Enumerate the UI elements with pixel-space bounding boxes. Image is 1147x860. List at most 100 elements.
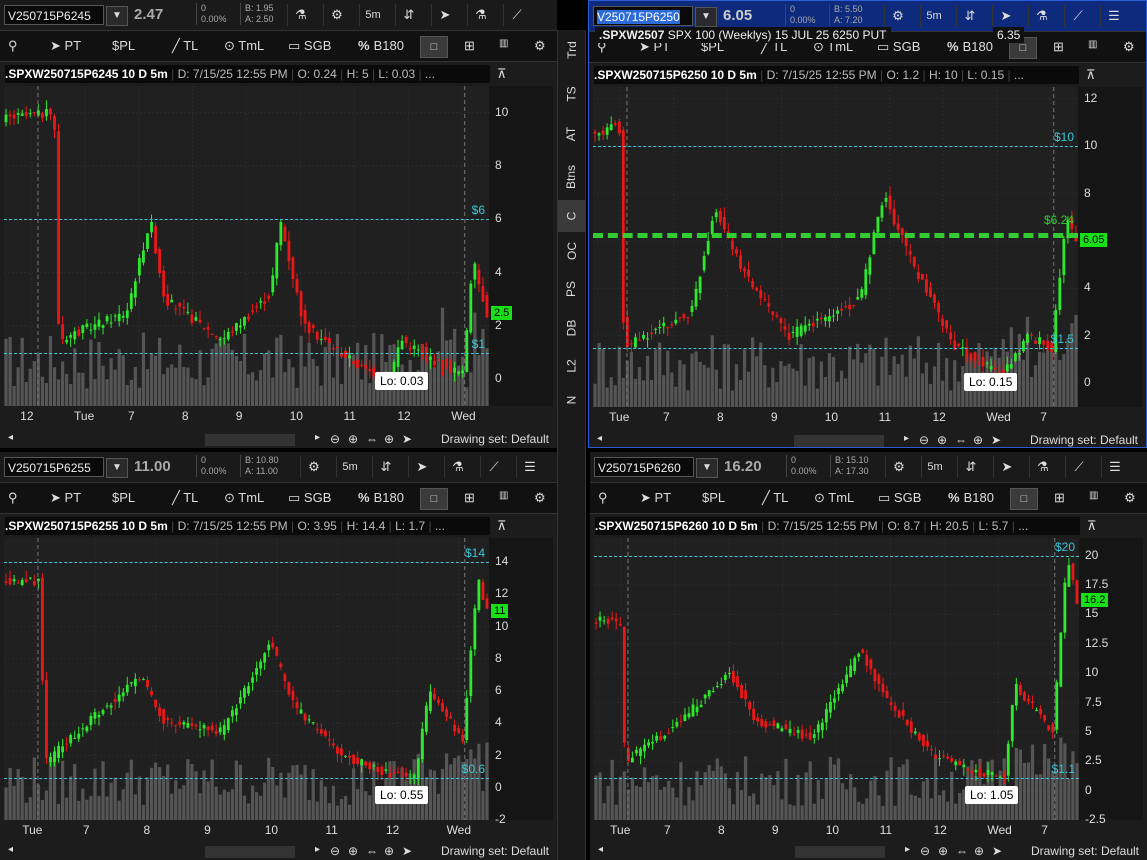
sgb-tool[interactable]: ▭ SGB <box>288 38 331 54</box>
sgb-tool[interactable]: ▭ SGB <box>288 490 331 506</box>
price-level-line[interactable] <box>593 347 1098 349</box>
zoom-out-icon[interactable]: ⊖ <box>330 844 340 858</box>
tml-tool[interactable]: ⊙ TmL <box>224 38 264 54</box>
interval-selector[interactable]: 5m <box>336 456 363 478</box>
crosshair-icon[interactable]: ⊕ <box>974 844 984 858</box>
grid-layout-icon[interactable]: ⊞ <box>464 490 475 506</box>
cursor-icon[interactable]: ➤ <box>402 844 412 858</box>
collapse-icon[interactable]: ⊼ <box>497 66 507 82</box>
pan-icon[interactable]: ⇔ <box>955 433 967 447</box>
chart-type-icon[interactable]: ▥ <box>1088 39 1097 50</box>
b180-tool[interactable]: % B180 <box>948 490 994 505</box>
price-level-line[interactable] <box>4 219 509 221</box>
time-axis[interactable]: Tue 7 8 9 10 11 12 Wed <box>4 820 489 840</box>
price-plot[interactable]: $20 $1.1 Lo: 1.05 <box>594 538 1099 820</box>
grid-layout-icon[interactable]: ⊞ <box>1054 490 1065 506</box>
chart-type-icon[interactable]: ▥ <box>499 490 508 501</box>
scroll-left-icon[interactable]: ◂ <box>597 433 602 444</box>
interval-selector[interactable]: 5m <box>920 5 947 27</box>
scroll-right-icon[interactable]: ▸ <box>904 433 909 444</box>
price-plot[interactable]: $6 $1 Lo: 0.03 <box>4 86 509 406</box>
time-axis[interactable]: Tue 7 8 9 10 11 12 Wed 7 <box>594 820 1079 840</box>
zoom-out-icon[interactable]: ⊖ <box>919 433 929 447</box>
symbol-dropdown-button[interactable]: ▼ <box>106 458 128 478</box>
candle-style-icon[interactable]: ⇵ <box>395 4 422 26</box>
sidebar-tab-btns[interactable]: Btns <box>558 155 585 199</box>
time-axis[interactable]: Tue 7 8 9 10 11 12 Wed 7 <box>593 407 1078 427</box>
interval-selector[interactable]: 5m <box>921 456 948 478</box>
collapse-icon[interactable]: ⊼ <box>1087 518 1097 534</box>
symbol-dropdown-button[interactable]: ▼ <box>106 6 128 26</box>
candle-style-icon[interactable]: ⇵ <box>957 456 984 478</box>
sgb-tool[interactable]: ▭ SGB <box>878 490 921 506</box>
interval-selector[interactable]: 5m <box>359 4 386 26</box>
price-level-line[interactable] <box>594 555 1099 557</box>
pt-tool[interactable]: ➤ PT <box>50 490 81 506</box>
settings-gear-icon[interactable]: ⚙ <box>1123 39 1135 55</box>
tl-tool[interactable]: ╱ TL <box>172 490 198 506</box>
time-axis[interactable]: 12 Tue 7 8 9 10 11 12 Wed <box>4 406 489 426</box>
study-flask-icon[interactable]: ⚗ <box>444 456 471 478</box>
study-flask-icon[interactable]: ⚗ <box>1028 5 1055 27</box>
sidebar-tab-ps[interactable]: PS <box>558 270 585 308</box>
symbol-dropdown-button[interactable]: ▼ <box>696 458 718 478</box>
cursor-icon[interactable]: ➤ <box>993 456 1020 478</box>
chart-type-icon[interactable]: ▥ <box>1089 490 1098 501</box>
pin-tool[interactable]: ⚲ <box>8 38 18 54</box>
gear-icon[interactable]: ⚙ <box>884 5 911 27</box>
drawing-set-label[interactable]: Drawing set: Default <box>1031 844 1139 858</box>
scroll-right-icon[interactable]: ▸ <box>315 432 320 443</box>
pin-tool[interactable]: ⚲ <box>598 490 608 506</box>
scroll-right-icon[interactable]: ▸ <box>905 844 910 855</box>
study-flask-icon[interactable]: ⚗ <box>467 4 494 26</box>
drawing-icon[interactable]: ⟋ <box>503 4 530 26</box>
tml-tool[interactable]: ⊙ TmL <box>814 490 854 506</box>
spl-tool[interactable]: $PL <box>112 490 135 505</box>
price-level-line[interactable] <box>4 778 509 780</box>
price-level-line[interactable] <box>4 352 509 354</box>
cursor-icon[interactable]: ➤ <box>991 433 1001 447</box>
flask-icon[interactable]: ⚗ <box>287 4 314 26</box>
b180-tool[interactable]: % B180 <box>358 38 404 53</box>
sidebar-tab-l2[interactable]: L2 <box>558 350 585 382</box>
menu-icon[interactable]: ☰ <box>516 456 543 478</box>
single-layout-button[interactable]: □ <box>420 36 448 58</box>
spl-tool[interactable]: $PL <box>702 490 725 505</box>
symbol-input[interactable]: V250715P6245 <box>4 5 104 25</box>
crosshair-icon[interactable]: ⊕ <box>973 433 983 447</box>
zoom-in-icon[interactable]: ⊕ <box>938 844 948 858</box>
grid-layout-icon[interactable]: ⊞ <box>1053 39 1064 55</box>
drawing-set-label[interactable]: Drawing set: Default <box>1030 433 1138 447</box>
sidebar-tab-n[interactable]: N <box>558 385 585 415</box>
menu-icon[interactable]: ☰ <box>1101 456 1128 478</box>
price-plot[interactable]: $14 $0.6 Lo: 0.55 <box>4 538 509 820</box>
b180-tool[interactable]: % B180 <box>358 490 404 505</box>
symbol-input[interactable]: V250715P6260 <box>594 457 694 477</box>
sidebar-tab-db[interactable]: DB <box>558 310 585 346</box>
price-alert-line[interactable] <box>593 233 1078 239</box>
single-layout-button[interactable]: □ <box>420 488 448 510</box>
zoom-in-icon[interactable]: ⊕ <box>348 844 358 858</box>
drawing-icon[interactable]: ⟋ <box>1065 456 1092 478</box>
price-axis[interactable]: 10 8 6 4 2 0 2.5 <box>489 86 553 406</box>
drawing-set-label[interactable]: Drawing set: Default <box>441 432 549 446</box>
collapse-icon[interactable]: ⊼ <box>1086 67 1096 83</box>
cursor-icon[interactable]: ➤ <box>992 844 1002 858</box>
settings-gear-icon[interactable]: ⚙ <box>534 38 546 54</box>
cursor-icon[interactable]: ➤ <box>992 5 1019 27</box>
candle-style-icon[interactable]: ⇵ <box>372 456 399 478</box>
horizontal-scrollbar[interactable] <box>205 434 295 446</box>
cursor-icon[interactable]: ➤ <box>408 456 435 478</box>
tl-tool[interactable]: ╱ TL <box>172 38 198 54</box>
pan-icon[interactable]: ⇔ <box>366 432 378 446</box>
gear-icon[interactable]: ⚙ <box>323 4 350 26</box>
crosshair-icon[interactable]: ⊕ <box>384 844 394 858</box>
horizontal-scrollbar[interactable] <box>205 846 295 858</box>
study-flask-icon[interactable]: ⚗ <box>1029 456 1056 478</box>
zoom-in-icon[interactable]: ⊕ <box>348 432 358 446</box>
gear-icon[interactable]: ⚙ <box>300 456 327 478</box>
pan-icon[interactable]: ⇔ <box>956 844 968 858</box>
pan-icon[interactable]: ⇔ <box>366 844 378 858</box>
zoom-out-icon[interactable]: ⊖ <box>920 844 930 858</box>
symbol-input[interactable]: V250715P6255 <box>4 457 104 477</box>
